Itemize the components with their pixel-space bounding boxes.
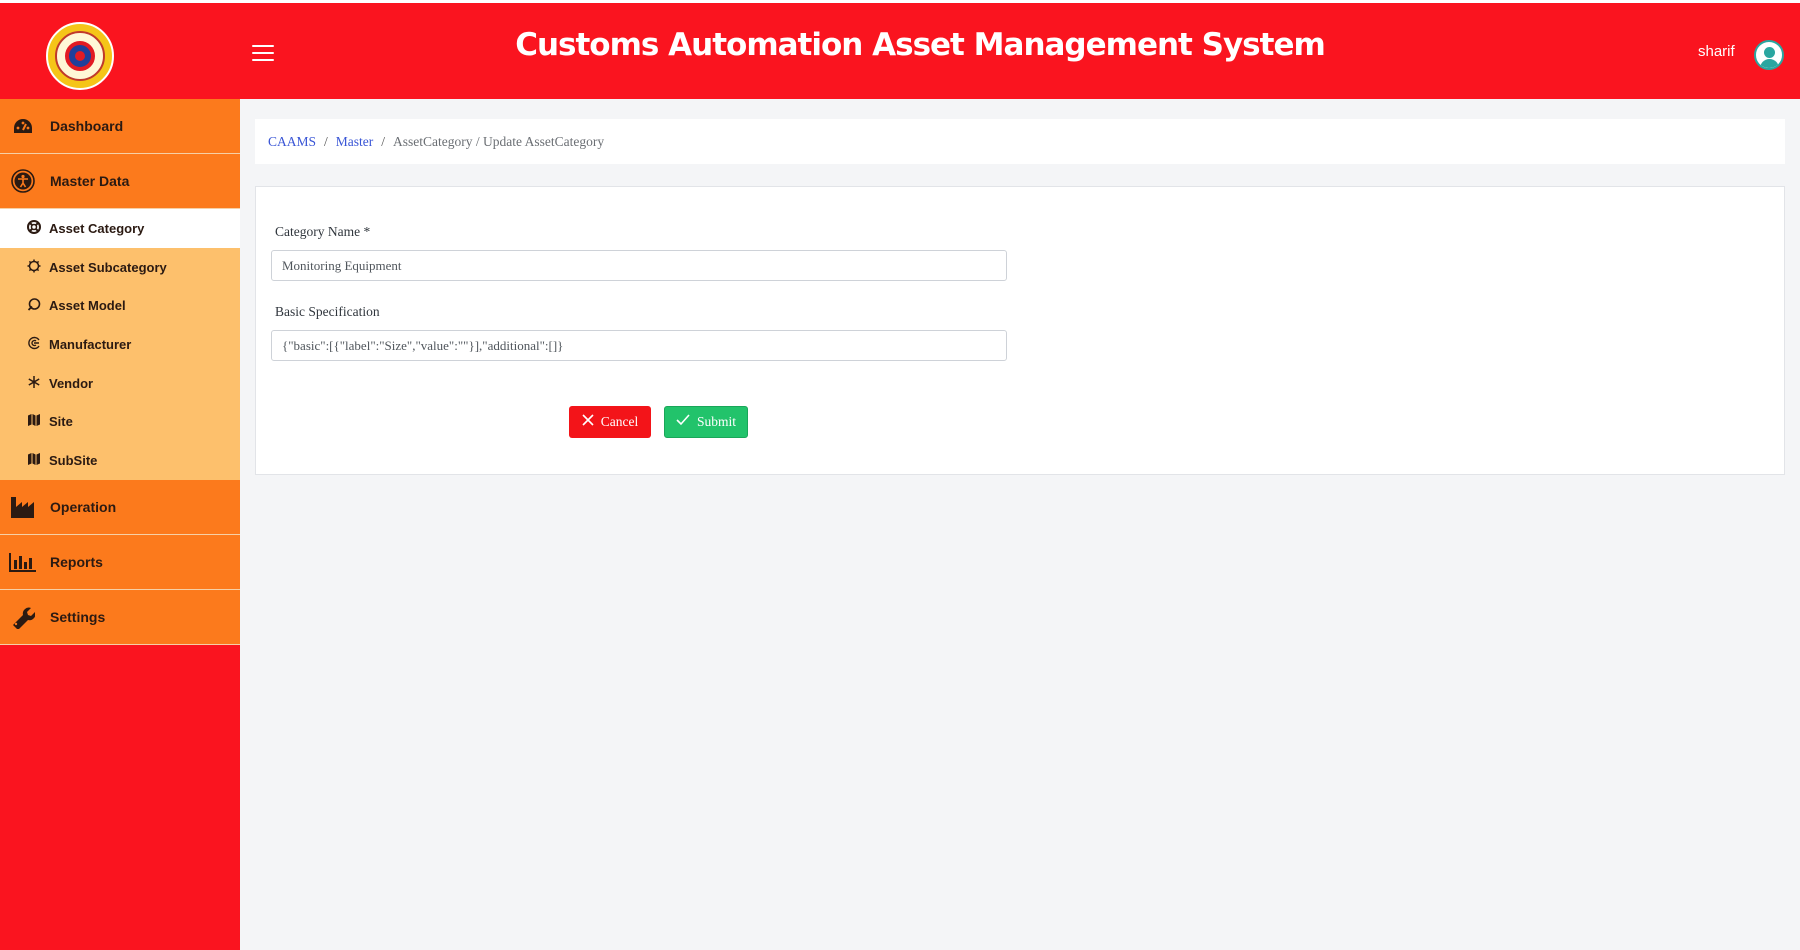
sidebar-item-label: Site: [49, 414, 73, 430]
sidebar-item-asset-subcategory[interactable]: Asset Subcategory: [0, 248, 240, 287]
sidebar-item-settings[interactable]: Settings: [0, 589, 240, 645]
circle-slash-icon: [26, 297, 42, 314]
sidebar-item-operation[interactable]: Operation: [0, 479, 240, 535]
cancel-button-label: Cancel: [600, 414, 639, 429]
breadcrumb-current: AssetCategory / Update AssetCategory: [393, 133, 605, 149]
sidebar-item-label: Manufacturer: [49, 336, 132, 352]
sidebar-item-label: Asset Subcategory: [49, 259, 167, 275]
breadcrumb-link-master[interactable]: Master: [336, 134, 374, 150]
accessibility-icon: [8, 166, 38, 196]
main-content: CAAMS / Master / AssetCategory / Update …: [240, 99, 1800, 950]
industry-icon: [8, 492, 38, 522]
bar-chart-icon: [8, 547, 38, 577]
sidebar-item-asset-model[interactable]: Asset Model: [0, 286, 240, 325]
username[interactable]: sharif: [1698, 43, 1735, 60]
top-header: Customs Automation Asset Management Syst…: [0, 3, 1800, 99]
cancel-button[interactable]: Cancel: [569, 406, 651, 438]
sidebar-item-label: SubSite: [49, 452, 98, 468]
sidebar-item-label: Vendor: [49, 375, 94, 391]
sidebar-item-reports[interactable]: Reports: [0, 534, 240, 590]
map-icon: [26, 413, 42, 430]
close-icon: [582, 413, 594, 431]
swirl-icon: [26, 336, 42, 353]
basic-specification-label: Basic Specification: [275, 304, 380, 319]
breadcrumb-link-caams[interactable]: CAAMS: [268, 134, 316, 150]
sidebar: Dashboard Master Data Asset Category Ass…: [0, 99, 240, 950]
sidebar-item-vendor[interactable]: Vendor: [0, 364, 240, 403]
breadcrumb-separator: /: [324, 133, 328, 149]
category-name-input[interactable]: Monitoring Equipment: [271, 250, 1007, 281]
sidebar-item-label: Reports: [50, 553, 103, 570]
category-name-label: Category Name *: [275, 224, 371, 239]
update-category-form: Category Name * Monitoring Equipment Bas…: [255, 186, 1785, 475]
life-ring-icon: [26, 219, 42, 237]
sidebar-item-label: Master Data: [50, 173, 130, 189]
sidebar-item-site[interactable]: Site: [0, 402, 240, 441]
master-data-submenu: Asset Category Asset Subcategory Asset M…: [0, 209, 240, 480]
sidebar-item-label: Operation: [50, 498, 117, 515]
user-avatar-icon[interactable]: [1754, 40, 1784, 70]
sidebar-item-manufacturer[interactable]: Manufacturer: [0, 325, 240, 364]
breadcrumb-separator: /: [381, 133, 386, 149]
check-icon: [676, 413, 690, 431]
sidebar-item-master-data[interactable]: Master Data: [0, 154, 240, 209]
breadcrumb: CAAMS / Master / AssetCategory / Update …: [255, 119, 1785, 164]
wrench-icon: [8, 602, 38, 632]
dashboard-gauge-icon: [8, 111, 38, 141]
app-title: Customs Automation Asset Management Syst…: [515, 27, 1326, 63]
map-icon: [26, 452, 42, 469]
sidebar-item-dashboard[interactable]: Dashboard: [0, 99, 240, 154]
sidebar-item-label: Asset Model: [49, 298, 126, 314]
submit-button[interactable]: Submit: [664, 406, 748, 438]
sidebar-item-subsite[interactable]: SubSite: [0, 441, 240, 480]
sidebar-item-asset-category[interactable]: Asset Category: [0, 209, 240, 248]
sidebar-item-label: Dashboard: [50, 118, 124, 134]
sidebar-item-label: Asset Category: [49, 220, 145, 236]
cog-icon: [26, 259, 42, 276]
snowflake-icon: [26, 375, 42, 392]
sidebar-item-label: Settings: [50, 608, 106, 625]
submit-button-label: Submit: [696, 414, 736, 429]
basic-specification-input[interactable]: {"basic":[{"label":"Size","value":""}],"…: [271, 330, 1007, 361]
